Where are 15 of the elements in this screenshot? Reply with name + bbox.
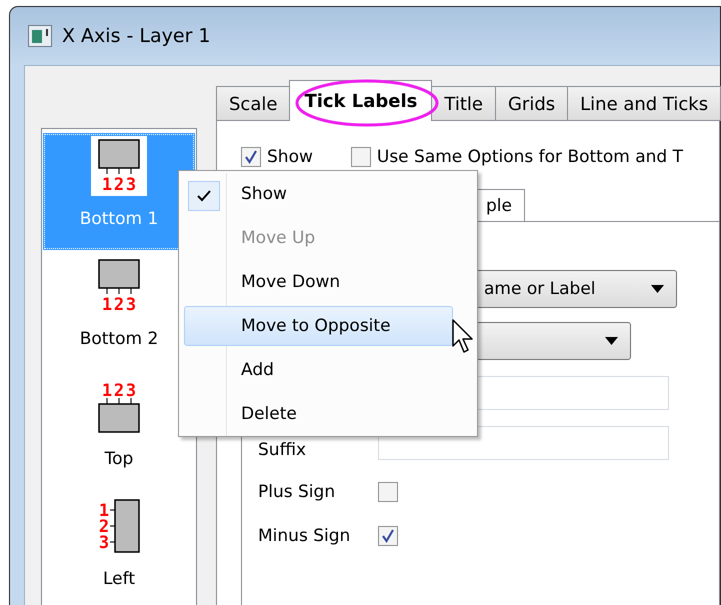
tab[interactable]: Title: [431, 86, 496, 121]
checkbox-label: Use Same Options for Bottom and T: [376, 147, 683, 167]
tab[interactable]: Grids: [494, 86, 568, 121]
tab[interactable]: Scale: [216, 86, 290, 121]
axis-list-item[interactable]: 123 Left: [43, 493, 195, 605]
axis-icon: 123: [91, 136, 147, 196]
menu-item[interactable]: Move to Opposite: [184, 306, 453, 346]
field-label: Suffix: [258, 440, 306, 460]
tab[interactable]: Line and Ticks: [567, 86, 721, 121]
axis-list-item[interactable]: 123 Bottom 1: [43, 133, 195, 250]
sub-tab[interactable]: ple: [475, 189, 525, 221]
window-title: X Axis - Layer 1: [62, 25, 211, 47]
checkbox-label: Plus Sign: [257, 482, 336, 502]
checkbox-label: Show: [267, 147, 313, 167]
checkbox-label: Minus Sign: [257, 526, 352, 546]
